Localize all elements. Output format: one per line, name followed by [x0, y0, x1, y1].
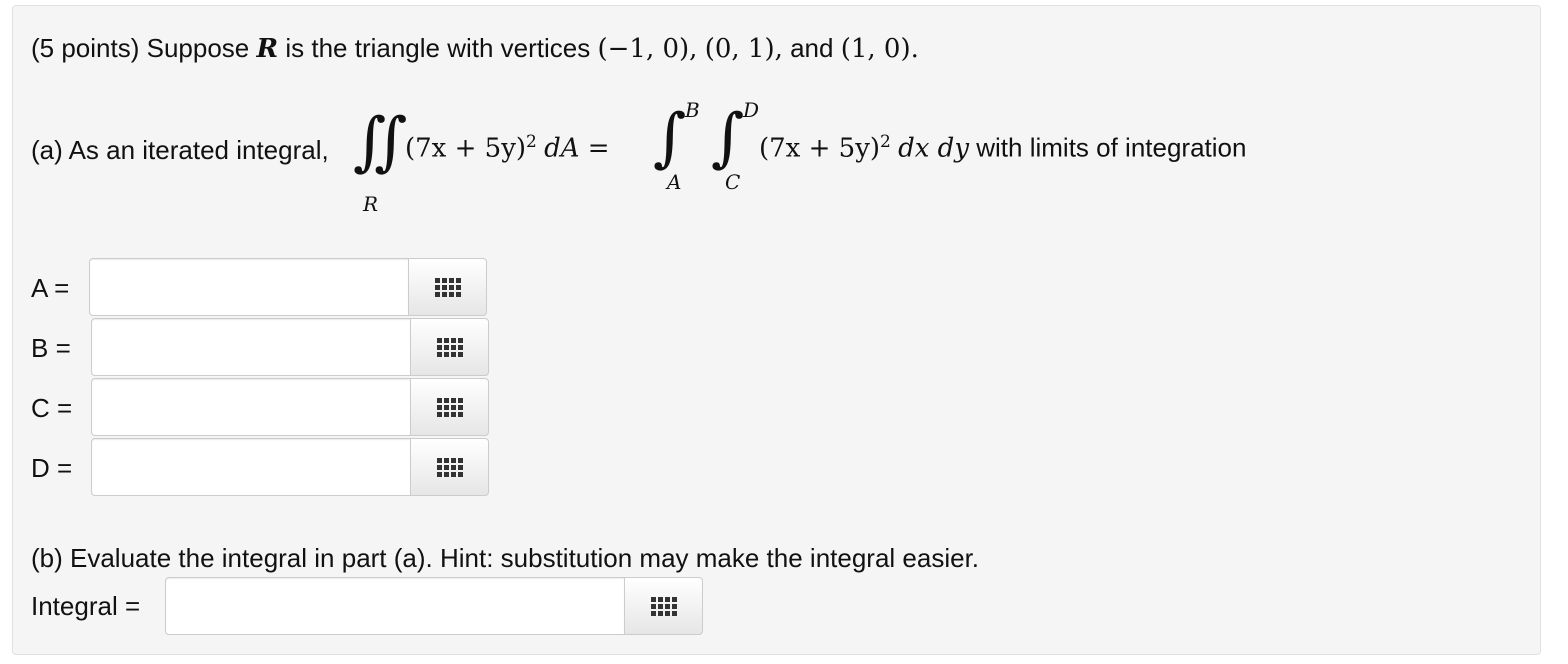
answer-b-field[interactable] [91, 318, 411, 376]
answer-label-d: D = [31, 453, 73, 483]
region-variable: R [256, 34, 279, 64]
vertex-2: (0, 1), [704, 34, 783, 64]
answer-a-equation-editor-button[interactable] [409, 258, 487, 316]
problem-panel: (5 points) Suppose R is the triangle wit… [12, 5, 1541, 655]
answer-label-c: C = [31, 393, 73, 423]
answer-a-field[interactable] [89, 258, 409, 316]
grid-icon [650, 596, 677, 616]
answer-c-input[interactable] [92, 379, 410, 435]
limits-tail-text: with limits of integration [976, 132, 1247, 163]
rhs-integrand: (7x + 5y)2 dx dy with limits of integrat… [759, 132, 1246, 164]
grid-icon [436, 397, 463, 417]
exponent-rhs: 2 [880, 132, 891, 152]
region-subscript: R [363, 192, 379, 216]
differentials: dx dy [898, 133, 970, 164]
answer-d-input[interactable] [92, 439, 410, 495]
inner-lower-limit: C [725, 170, 741, 194]
answer-b-equation-editor-button[interactable] [411, 318, 489, 376]
answer-d-field[interactable] [91, 438, 411, 496]
outer-lower-limit: A [667, 170, 682, 194]
integral-equation-editor-button[interactable] [625, 577, 703, 635]
grid-icon [436, 457, 463, 477]
integrand-rhs: (7x + 5y) [759, 133, 881, 164]
inner-upper-limit: D [743, 98, 760, 122]
part-a-label: (a) As an iterated integral, [31, 135, 329, 165]
outer-upper-limit: B [685, 98, 700, 122]
inner-integral-sign: ∫ [711, 101, 745, 175]
integrand-lhs: (7x + 5y) [405, 133, 527, 164]
vertex-3: (1, 0). [840, 34, 919, 64]
vertex-1: (−1, 0), [597, 34, 698, 64]
part-b-label: (b) Evaluate the integral in part (a). H… [31, 543, 980, 573]
problem-statement: (5 points) Suppose R is the triangle wit… [31, 32, 919, 65]
answer-label-a: A = [31, 273, 70, 303]
outer-integral-sign: ∫ [653, 101, 687, 175]
intro-text: Suppose [146, 33, 250, 63]
answer-b-input[interactable] [92, 319, 410, 375]
answer-c-equation-editor-button[interactable] [411, 378, 489, 436]
integral-label: Integral = [31, 591, 141, 621]
points-label: (5 points) [31, 33, 140, 63]
answer-a-input[interactable] [90, 259, 408, 315]
and-text: and [790, 33, 834, 63]
integral-answer-field[interactable] [165, 577, 625, 635]
answer-label-b: B = [31, 333, 71, 363]
double-integral-sign: ∬ [353, 105, 408, 179]
lhs-integrand: (7x + 5y)2 dA = [405, 132, 610, 164]
grid-icon [436, 337, 463, 357]
answer-c-field[interactable] [91, 378, 411, 436]
dA-equals: dA = [544, 133, 610, 164]
exponent-lhs: 2 [526, 132, 537, 152]
answer-d-equation-editor-button[interactable] [411, 438, 489, 496]
integral-answer-input[interactable] [166, 578, 624, 634]
grid-icon [434, 277, 461, 297]
intro-mid-text: is the triangle with vertices [285, 33, 591, 63]
